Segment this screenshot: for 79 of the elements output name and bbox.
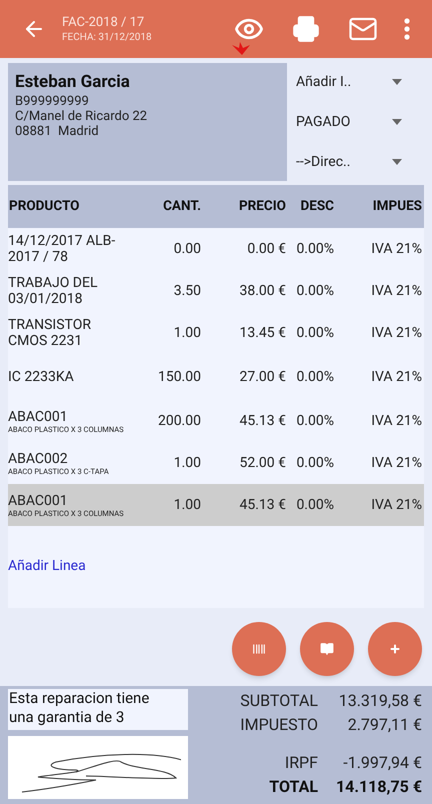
total-value: 13.319,58 € xyxy=(338,690,422,712)
column-header: PRECIO xyxy=(238,197,286,216)
product-name: TRANSISTOR CMOS 2231 xyxy=(8,317,92,349)
discount-cell-text: 0.00% xyxy=(295,454,334,472)
tax-cell-text: IVA 21% xyxy=(370,368,422,386)
discount-cell-text: 0.00% xyxy=(295,240,334,258)
quantity-cell-text: 1.00 xyxy=(172,454,201,472)
quantity-cell-text: 200.00 xyxy=(156,412,201,430)
dropdown[interactable]: Añadir I.. xyxy=(296,65,402,99)
discount-cell-text: 0.00% xyxy=(295,412,334,430)
quantity-cell-text: 1.00 xyxy=(172,496,201,514)
tax-cell-text: IVA 21% xyxy=(370,282,422,300)
price-cell-text: 38.00 € xyxy=(238,282,286,300)
notes-field[interactable]: Esta reparacion tiene una garantia de 3 xyxy=(8,689,188,730)
action-button[interactable] xyxy=(232,622,286,676)
add-icon xyxy=(389,643,401,655)
caret-icon xyxy=(392,119,402,125)
price-cell-text: 13.45 € xyxy=(238,324,286,342)
product-name: IC 2233KA xyxy=(8,369,75,385)
more-icon xyxy=(404,18,410,40)
customer-detail: B999999999 xyxy=(15,94,90,109)
column-header: IMPUES xyxy=(372,197,422,216)
more-menu-button[interactable] xyxy=(404,18,410,40)
discount-cell-text: 0.00% xyxy=(295,324,334,342)
invoice-number: FAC-2018 / 17 xyxy=(62,14,146,30)
price-cell-text: 0.00 € xyxy=(246,240,286,258)
product-name: 14/12/2017 ALB-2017 / 78 xyxy=(8,233,116,265)
tax-cell-text: IVA 21% xyxy=(370,496,422,514)
product-name: ABAC001 xyxy=(8,492,69,508)
barcode-icon xyxy=(252,642,266,656)
total-label: SUBTOTAL xyxy=(239,690,318,712)
customer-name: Esteban Garcia xyxy=(15,71,131,94)
total-value: 2.797,11 € xyxy=(346,714,422,736)
price-cell-text: 27.00 € xyxy=(238,368,286,386)
tax-cell-text: IVA 21% xyxy=(370,240,422,258)
caret-icon xyxy=(392,159,402,165)
quantity-cell-text: 150.00 xyxy=(156,368,201,386)
quantity-cell-text: 1.00 xyxy=(172,324,201,342)
customer-card[interactable]: Esteban Garcia B999999999 C/Manel de Ricardo 22 08881 Madrid xyxy=(8,63,287,181)
discount-cell-text: 0.00% xyxy=(295,282,334,300)
invoice-date: FECHA: 31/12/2018 xyxy=(62,30,153,44)
tax-cell-text: IVA 21% xyxy=(370,454,422,472)
total-value: 14.118,75 € xyxy=(336,776,422,798)
add-line-link[interactable]: Añadir Linea xyxy=(8,556,86,577)
action-button[interactable] xyxy=(300,622,354,676)
total-label: IRPF xyxy=(284,752,318,774)
product-name: ABAC002 xyxy=(8,450,69,466)
action-button[interactable] xyxy=(368,622,422,676)
price-cell-text: 45.13 € xyxy=(238,412,286,430)
total-label: TOTAL xyxy=(268,776,318,798)
print-button[interactable] xyxy=(292,15,320,43)
dropdown[interactable]: -->Direc.. xyxy=(296,145,402,179)
total-value: -1.997,94 € xyxy=(342,752,422,774)
printer-icon xyxy=(292,15,320,43)
dropdown[interactable]: PAGADO xyxy=(296,105,402,139)
table-row[interactable]: TRANSISTOR CMOS 2231 1.00 13.45 € 0.00% IVA 21% xyxy=(8,312,424,354)
product-name: ABAC001 xyxy=(8,408,69,424)
customer-detail: C/Manel de Ricardo 22 xyxy=(15,109,148,124)
caret-icon xyxy=(392,79,402,85)
discount-cell-text: 0.00% xyxy=(295,496,334,514)
total-label: IMPUESTO xyxy=(239,714,318,736)
product-name: TRABAJO DEL 03/01/2018 xyxy=(8,275,98,307)
customer-detail: 08881 Madrid xyxy=(15,124,100,139)
table-row[interactable]: IC 2233KA 150.00 27.00 € 0.00% IVA 21% xyxy=(8,354,424,400)
tax-cell-text: IVA 21% xyxy=(370,324,422,342)
column-header: PRODUCTO xyxy=(8,197,80,216)
pointer-icon xyxy=(231,42,251,55)
quantity-cell-text: 3.50 xyxy=(172,282,201,300)
tax-cell-text: IVA 21% xyxy=(370,412,422,430)
column-header: CANT. xyxy=(162,197,201,216)
quantity-cell-text: 0.00 xyxy=(172,240,201,258)
price-cell-text: 52.00 € xyxy=(238,454,286,472)
table-row[interactable]: TRABAJO DEL 03/01/2018 3.50 38.00 € 0.00% IVA 21% xyxy=(8,270,424,312)
table-row[interactable]: 14/12/2017 ALB-2017 / 78 0.00 0.00 € 0.00% IVA 21% xyxy=(8,228,424,270)
price-cell-text: 45.13 € xyxy=(238,496,286,514)
discount-cell-text: 0.00% xyxy=(295,368,334,386)
book-icon xyxy=(320,642,334,656)
signature-pad[interactable] xyxy=(8,736,188,799)
column-header: DESC xyxy=(299,197,334,216)
